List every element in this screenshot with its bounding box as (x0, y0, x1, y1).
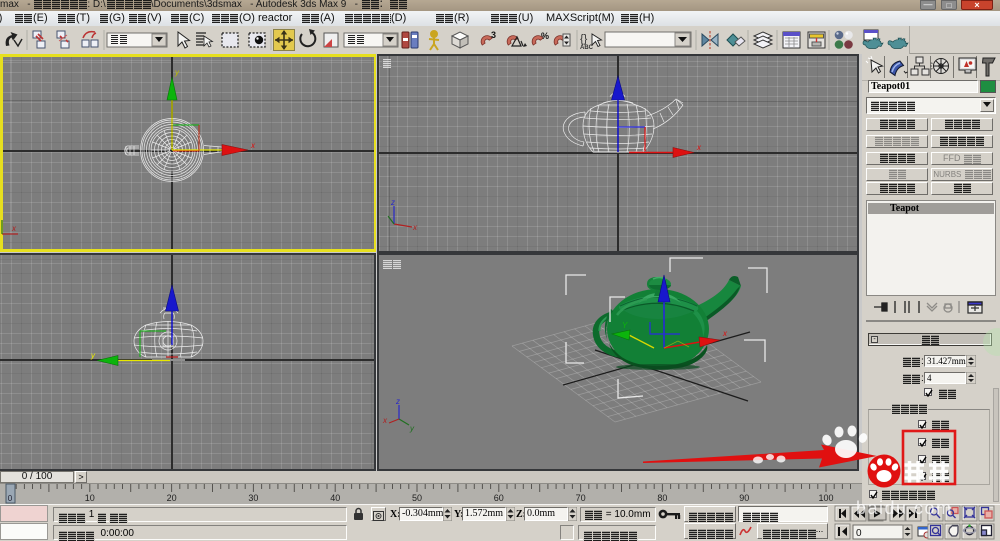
svg-text:baidu.com: baidu.com (856, 498, 953, 518)
